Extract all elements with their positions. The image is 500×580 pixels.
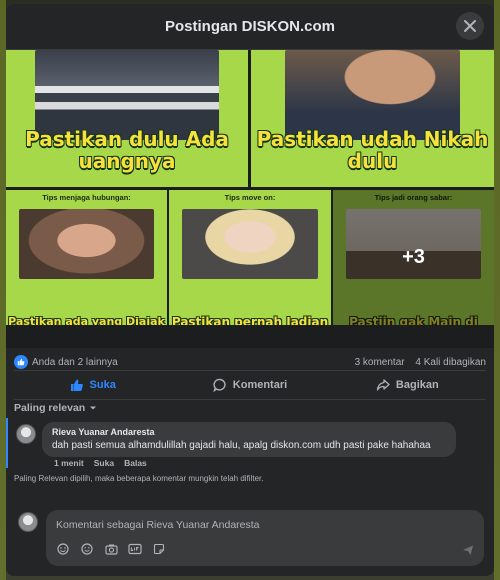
share-button[interactable]: Bagikan [329, 371, 486, 399]
post-media-grid: Pastikan dulu Ada uangnya Pastikan udah … [6, 50, 494, 348]
composer-tools [56, 542, 166, 556]
send-icon [463, 545, 473, 555]
avatar[interactable] [16, 424, 36, 444]
close-button[interactable] [456, 12, 484, 40]
tile-caption: Pastikan ada yang Diajak hubungan dulu [8, 315, 165, 325]
comment-meta: 1 menit Suka Balas [54, 458, 147, 468]
media-tile[interactable]: Pastikan dulu Ada uangnya [6, 50, 248, 187]
sticker-button[interactable] [152, 542, 166, 556]
comment-like-link[interactable]: Suka [94, 458, 114, 468]
comment-author[interactable]: Rieva Yuanar Andaresta [52, 427, 446, 437]
gif-button[interactable] [128, 542, 142, 556]
comment-time[interactable]: 1 menit [54, 458, 84, 468]
reaction-summary[interactable]: Anda dan 2 lainnya [32, 357, 118, 368]
modal-title: Postingan DISKON.com [164, 18, 336, 35]
send-button[interactable] [462, 543, 474, 561]
camera-icon [104, 544, 118, 555]
tile-caption: Pastikan pernah Jadian dulu [171, 315, 329, 325]
avatar-sticker-button[interactable] [56, 542, 70, 556]
like-icon [70, 379, 83, 391]
comment-text: dah pasti semua alhamdulillah gajadi hal… [52, 440, 431, 451]
comment-highlight-bar [6, 418, 8, 468]
like-reaction-icon [14, 355, 28, 369]
chevron-down-icon [90, 406, 97, 410]
post-modal: Postingan DISKON.com Pastikan dulu Ada u… [6, 4, 494, 576]
avatar[interactable] [18, 512, 38, 532]
share-count[interactable]: 4 Kali dibagikan [415, 357, 486, 368]
avatar-sticker-icon [57, 543, 69, 555]
sticker-icon [153, 543, 165, 555]
tile-photo [18, 208, 155, 280]
more-count: +3 [402, 246, 425, 268]
comment-composer [46, 510, 484, 566]
camera-button[interactable] [104, 542, 118, 556]
tile-caption: Pastikan dulu Ada uangnya [25, 127, 229, 173]
tile-caption: Pastikan udah Nikah dulu [256, 127, 489, 173]
tile-photo [181, 208, 319, 280]
like-label: Suka [89, 379, 116, 391]
gif-icon [128, 543, 142, 555]
comment-bubble: Rieva Yuanar Andaresta dah pasti semua a… [42, 422, 456, 457]
filter-note: Paling Relevan dipilih, maka beberapa ko… [14, 474, 264, 483]
emoji-icon [81, 543, 93, 555]
like-button[interactable]: Suka [14, 371, 171, 399]
share-icon [376, 379, 390, 391]
media-tile[interactable]: Pastikan udah Nikah dulu [251, 50, 494, 187]
media-tile[interactable]: Tips menjaga hubungan: Pastikan ada yang… [6, 190, 167, 325]
share-label: Bagikan [395, 379, 439, 391]
comment-input[interactable] [56, 516, 456, 534]
media-tile-more[interactable]: Tips jadi orang sabar: Pastiin gak Main … [333, 190, 494, 325]
comment-button[interactable]: Komentari [171, 371, 328, 399]
post-stats: Anda dan 2 lainnya 3 komentar 4 Kali dib… [14, 352, 486, 372]
emoji-button[interactable] [80, 542, 94, 556]
tile-tip: Tips move on: [224, 193, 276, 202]
comment-sort-dropdown[interactable]: Paling relevan [14, 402, 97, 414]
comment-reply-link[interactable]: Balas [124, 458, 147, 468]
modal-header: Postingan DISKON.com [6, 4, 494, 50]
post-actions: Suka Komentari Bagikan [14, 370, 486, 400]
comment-label: Komentari [232, 379, 288, 391]
comment-icon [213, 378, 226, 392]
close-icon [464, 20, 476, 32]
tile-tip: Tips menjaga hubungan: [42, 193, 131, 202]
comment-count[interactable]: 3 komentar [355, 357, 405, 368]
media-tile[interactable]: Tips move on: Pastikan pernah Jadian dul… [169, 190, 331, 325]
sort-label: Paling relevan [14, 402, 86, 414]
